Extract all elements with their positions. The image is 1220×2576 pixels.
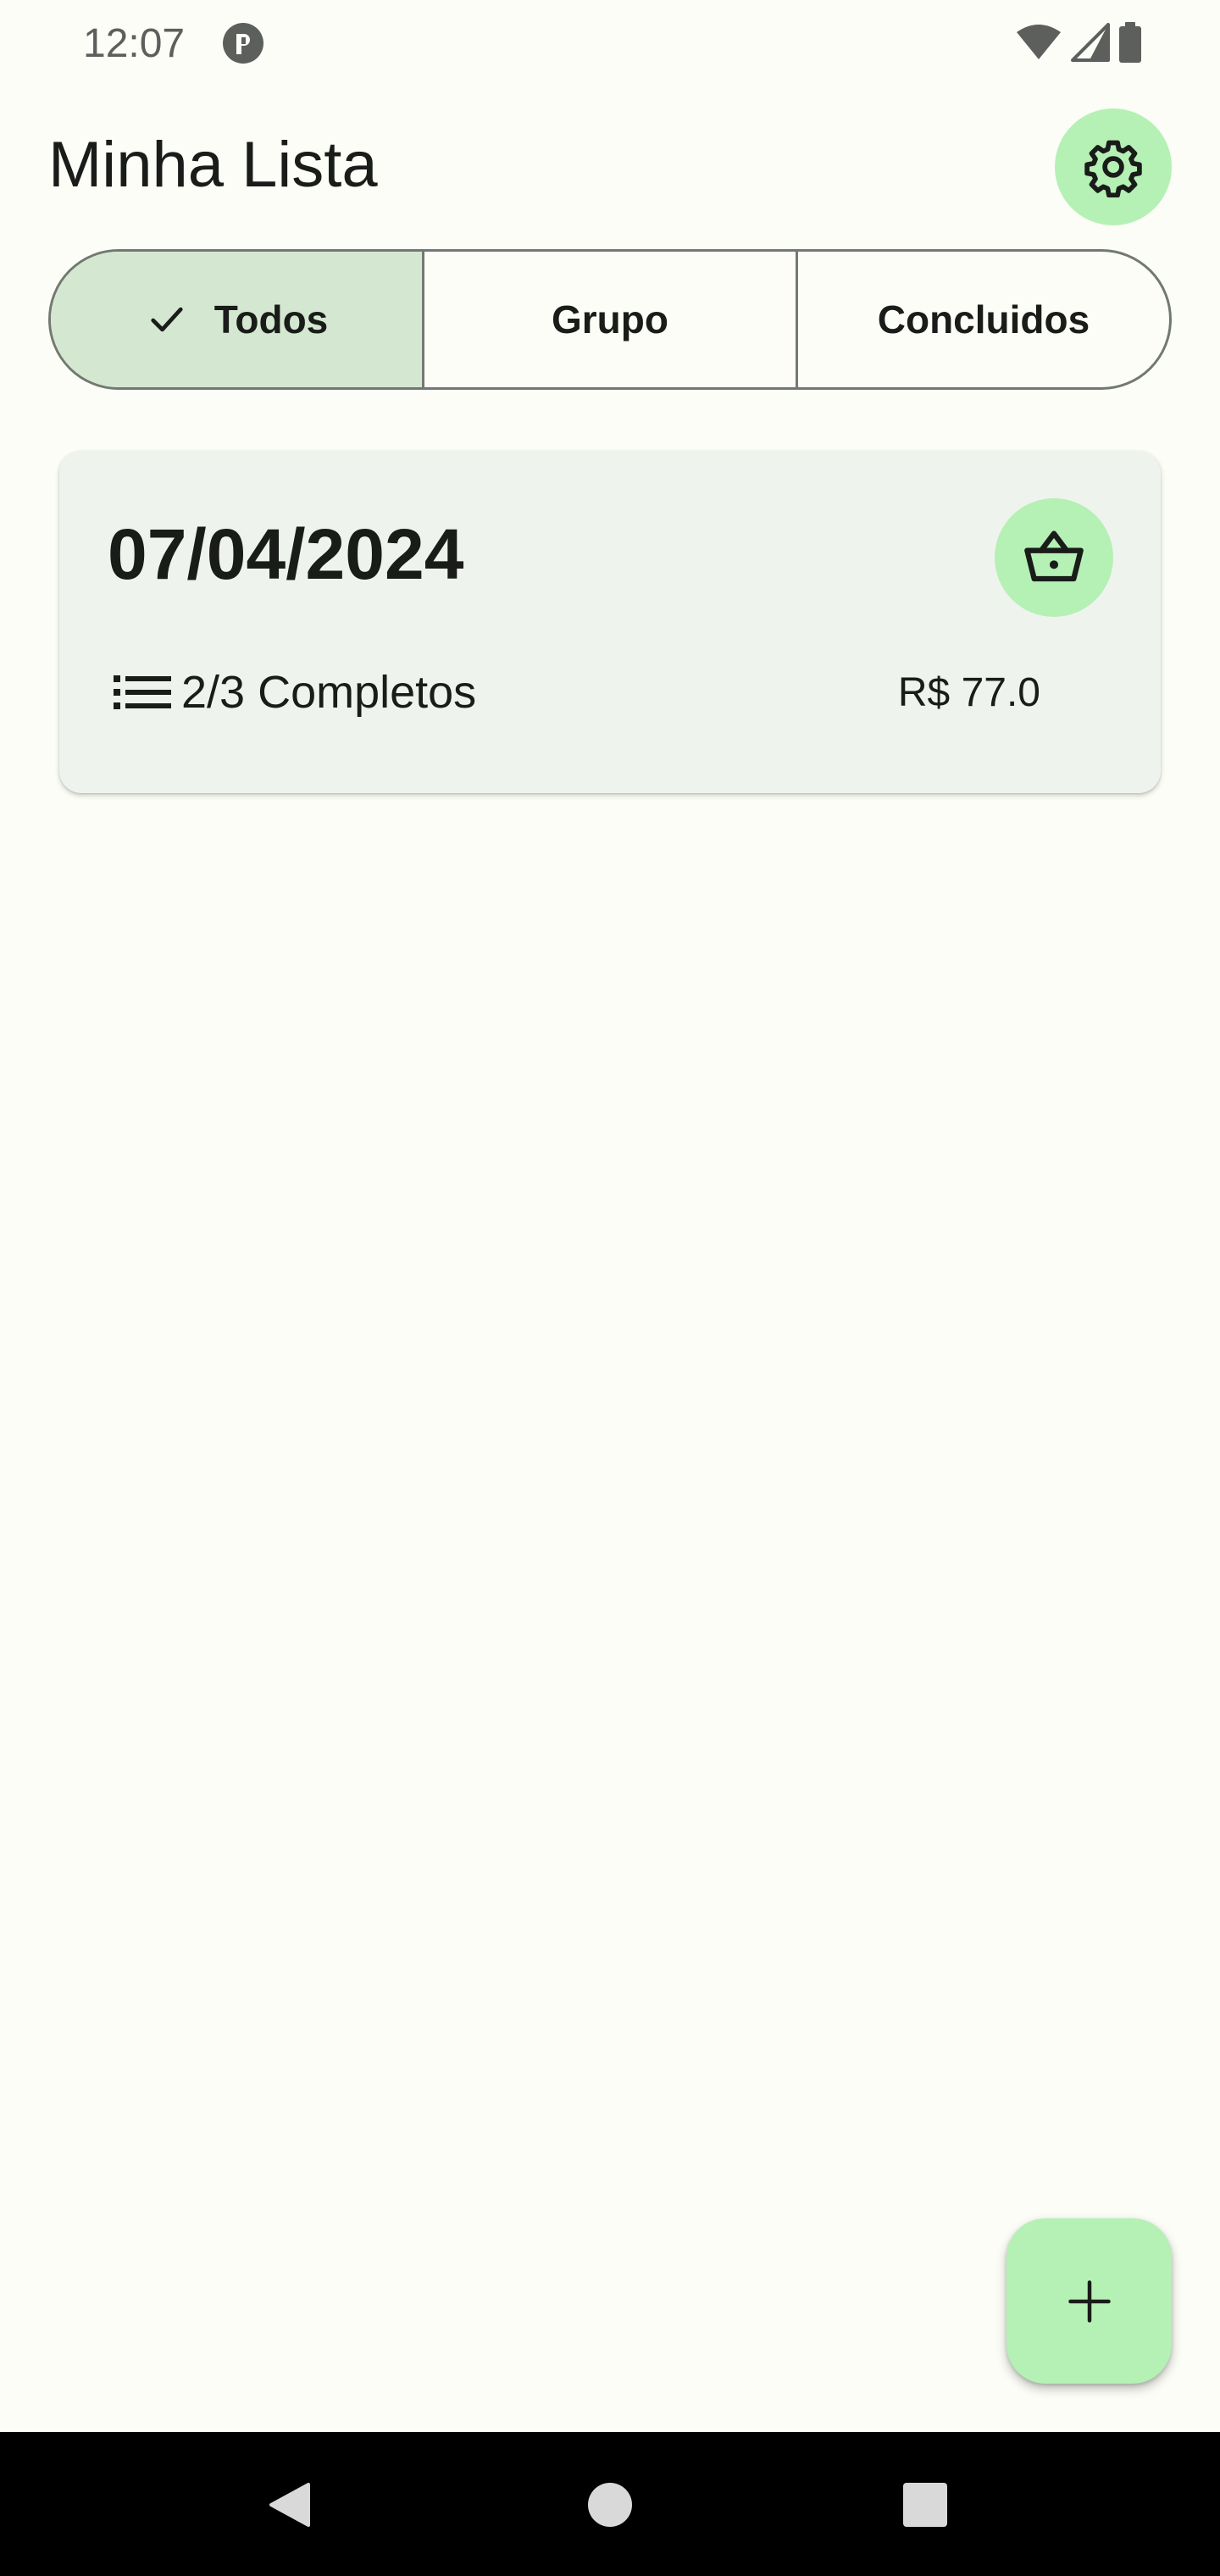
status-icons — [1015, 20, 1142, 68]
settings-button[interactable] — [1055, 108, 1172, 225]
recents-icon — [901, 2481, 949, 2529]
nav-back-button[interactable] — [258, 2473, 322, 2537]
list-progress: 2/3 Completos — [114, 663, 476, 722]
tab-label: Concluidos — [877, 297, 1090, 341]
check-icon — [145, 297, 189, 341]
list-total-price: R$ 77.0 — [897, 670, 1040, 715]
tab-grupo[interactable]: Grupo — [422, 252, 796, 387]
gear-icon — [1083, 136, 1144, 197]
list-progress-text: 2/3 Completos — [181, 667, 477, 718]
status-time: 12:07 — [83, 21, 186, 66]
status-bar: 12:07 — [0, 0, 1220, 88]
tab-concluidos[interactable]: Concluidos — [796, 252, 1169, 387]
home-icon — [586, 2481, 634, 2529]
basket-button[interactable] — [995, 498, 1113, 617]
back-icon — [264, 2479, 315, 2530]
wifi-icon — [1015, 24, 1062, 65]
nav-home-button[interactable] — [578, 2473, 642, 2537]
tab-todos[interactable]: Todos — [51, 252, 422, 387]
shopping-list-card[interactable]: 07/04/2024 2/3 Completos R$ 77.0 — [59, 451, 1161, 793]
filter-tabs: Todos Grupo Concluidos — [48, 249, 1172, 390]
list-bullets-icon — [114, 674, 171, 711]
tab-label: Todos — [214, 297, 329, 341]
add-list-button[interactable] — [1006, 2218, 1172, 2384]
basket-icon — [1020, 524, 1088, 591]
plus-icon — [1064, 2276, 1115, 2327]
battery-icon — [1118, 21, 1142, 67]
signal-icon — [1071, 22, 1110, 66]
list-date: 07/04/2024 — [108, 514, 464, 594]
app-notification-icon — [222, 22, 264, 64]
page-title: Minha Lista — [48, 129, 378, 201]
tab-label: Grupo — [552, 297, 668, 341]
nav-recents-button[interactable] — [893, 2473, 957, 2537]
